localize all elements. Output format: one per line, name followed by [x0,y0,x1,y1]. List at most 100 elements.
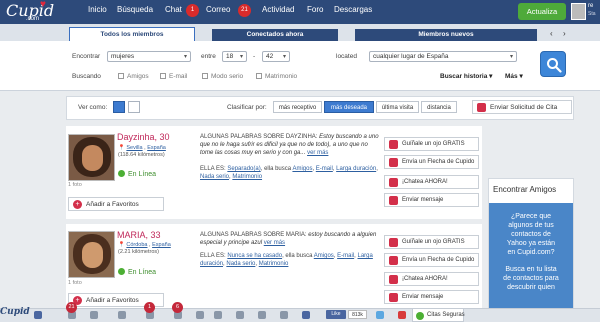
nav-descargas[interactable]: Descargas [334,5,372,14]
profile-photo[interactable] [68,231,115,278]
she-is-text: ELLA ES: Nunca se ha casado, ella busca … [200,253,373,267]
grid-view-icon[interactable] [128,101,140,113]
sort-label: Clasificar por: [227,104,267,111]
tab-online-now[interactable]: Conectados ahora [212,29,338,41]
eye-icon[interactable] [196,311,204,319]
sort-most-receptive[interactable]: más receptivo [273,101,322,113]
star-icon[interactable] [90,311,98,319]
online-status: En Línea [118,170,156,178]
update-button[interactable]: Actualiza [518,3,566,20]
chat-icon [389,178,398,187]
send-date-request-button[interactable]: Enviar Solicitud de Cita [472,100,572,114]
tab-all-members[interactable]: Todos los miembros [69,27,195,41]
search-icon [547,58,562,73]
calendar-icon [477,103,486,112]
read-more-link[interactable]: ver más [264,240,285,246]
checkbox-matrimonio[interactable]: Matrimonio [256,73,297,80]
chat-now-button[interactable]: ¡Chatea AHORA! [384,272,479,286]
cupid-arrow-button[interactable]: Envía un Flecha de Cupido [384,253,479,267]
checkbox-modo-serio[interactable]: Modo serio [202,73,243,80]
between-label: entre [201,53,216,60]
arrow-icon [389,158,398,167]
about-text: ALGUNAS PALABRAS SOBRE DAYZINHA: Estoy b… [200,134,379,156]
mail-icon [389,293,398,302]
checkbox-email[interactable]: E-mail [160,73,187,80]
wink-button[interactable]: Guíñale un ojo GRATIS [384,235,479,249]
nav-correo[interactable]: Correo [206,5,230,14]
profile-photo[interactable] [68,134,115,181]
arrow-icon [389,256,398,265]
age-to-select[interactable]: 42 ▾ [262,51,290,62]
profile-location: 📍 Córdoba , España (2.21 kilómetros) [118,242,171,255]
wink-icon [389,238,398,247]
safe-dating-button[interactable]: Citas Seguras [412,308,465,322]
shield-icon [416,312,424,320]
find-friends-ad[interactable]: Encontrar Amigos ¿Parece que algunos de … [488,178,574,309]
cupid-arrow-button[interactable]: Envía un Flecha de Cupido [384,155,479,169]
send-message-button[interactable]: Enviar mensaje [384,193,479,207]
located-label: located [336,53,357,60]
mobile-icon[interactable] [258,311,266,319]
search-history-link[interactable]: Buscar historia ▾ [440,72,492,80]
profile-location: 📍 Sevilla , España (118.64 kilómetros) [118,145,166,158]
add-favorites-button[interactable]: + Añadir a Favoritos [68,197,164,211]
age-from-select[interactable]: 18 ▾ [222,51,247,62]
wink-icon [389,140,398,149]
facebook-icon[interactable] [302,311,310,319]
search-button[interactable] [540,51,566,77]
about-text: ALGUNAS PALABRAS SOBRE MARIA: estoy busc… [200,232,377,246]
profile-name[interactable]: MARIA, 33 [117,230,161,240]
cupid-logo[interactable]: Cupid .com ♥ [4,0,56,23]
list-view-icon[interactable] [113,101,125,113]
find-label: Encontrar [72,53,101,60]
nav-actividad[interactable]: Actividad [262,5,294,14]
twitter-icon[interactable] [376,311,384,319]
checkbox-amigos[interactable]: Amigos [118,73,149,80]
bottom-logo[interactable]: Cupid [0,307,30,317]
sort-distance[interactable]: distancia [421,101,457,113]
nav-foro[interactable]: Foro [307,5,323,14]
tab-new-members[interactable]: Miembros nuevos [355,29,537,41]
read-more-link[interactable]: ver más [307,150,328,156]
mail-count-badge: 21 [66,302,77,313]
more-link[interactable]: Más ▾ [505,72,523,80]
wink-button[interactable]: Guíñale un ojo GRATIS [384,137,479,151]
she-is-text: ELLA ES: Separado(a), ella busca Amigos,… [200,166,378,180]
online-status: En Línea [118,268,156,276]
user-status: Sta [588,11,596,17]
ad-panel: ¿Parece que algunos de tus contactos de … [489,203,573,309]
photo-count: 1 foto [68,182,82,188]
send-message-button[interactable]: Enviar mensaje [384,290,479,304]
mail-icon [389,196,398,205]
chat-badge: 1 [186,4,199,17]
tabs-next-arrow[interactable]: › [563,29,566,38]
find-select[interactable]: mujeres ▾ [107,51,191,62]
search-panel [0,41,600,91]
facebook-like-button[interactable]: Like [326,310,346,319]
settings-icon[interactable] [280,311,288,319]
location-select[interactable]: cualquier lugar de España ▾ [369,51,517,62]
tabs-prev-arrow[interactable]: ‹ [550,29,553,38]
user-avatar[interactable] [571,3,586,20]
nav-busqueda[interactable]: Búsqueda [117,5,153,14]
ad-title: Encontrar Amigos [493,185,557,194]
photo-count: 1 foto [68,280,82,286]
nav-chat[interactable]: Chat [165,5,182,14]
looking-label: Buscando [72,73,101,80]
profile-name[interactable]: Dayzinha, 30 [117,132,170,142]
user-name[interactable]: re [588,3,593,9]
users-icon[interactable] [214,311,222,319]
view-as-label: Ver como: [78,104,108,111]
chat-icon [389,275,398,284]
logo-sub: .com [26,16,40,22]
phone-icon[interactable] [236,311,244,319]
mail-badge: 21 [238,4,251,17]
sort-most-wanted[interactable]: más deseada [324,101,374,113]
google-plus-icon[interactable] [398,311,406,319]
chat-count-badge: 1 [144,302,155,313]
sort-last-visit[interactable]: última visita [376,101,419,113]
chat-now-button[interactable]: ¡Chatea AHORA! [384,175,479,189]
heart-icon[interactable] [118,311,126,319]
search-icon[interactable] [34,311,42,319]
nav-inicio[interactable]: Inicio [88,5,107,14]
